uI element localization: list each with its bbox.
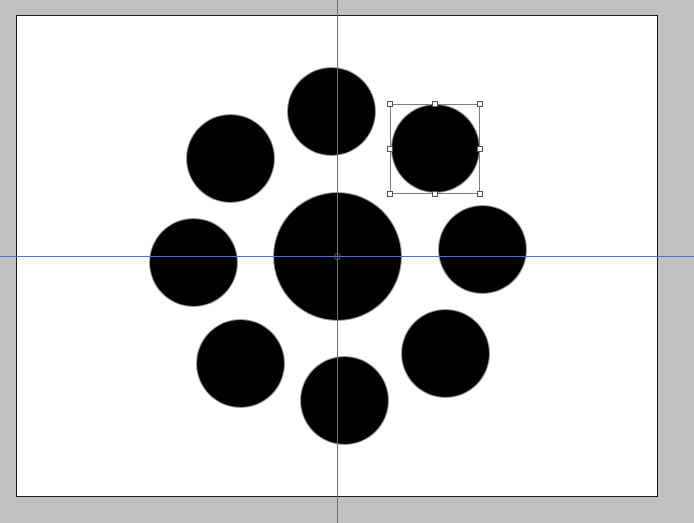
selection-bounding-box[interactable] <box>390 104 480 194</box>
bottom-circle[interactable] <box>301 357 388 444</box>
bottom-right-circle[interactable] <box>402 310 489 397</box>
handle-bottom-middle[interactable] <box>432 191 438 197</box>
bottom-left-circle[interactable] <box>197 320 284 407</box>
vertical-guide[interactable] <box>337 0 338 523</box>
top-left-circle[interactable] <box>187 115 274 202</box>
handle-top-right[interactable] <box>477 101 483 107</box>
handle-top-left[interactable] <box>387 101 393 107</box>
handle-middle-right[interactable] <box>477 146 483 152</box>
editor-workspace <box>0 0 694 523</box>
handle-bottom-right[interactable] <box>477 191 483 197</box>
handle-middle-left[interactable] <box>387 146 393 152</box>
handle-bottom-left[interactable] <box>387 191 393 197</box>
left-circle[interactable] <box>150 219 237 306</box>
handle-top-middle[interactable] <box>432 101 438 107</box>
rotation-center-marker[interactable] <box>334 253 341 260</box>
horizontal-guide[interactable] <box>0 256 694 257</box>
right-circle[interactable] <box>439 206 526 293</box>
top-circle[interactable] <box>288 68 375 155</box>
